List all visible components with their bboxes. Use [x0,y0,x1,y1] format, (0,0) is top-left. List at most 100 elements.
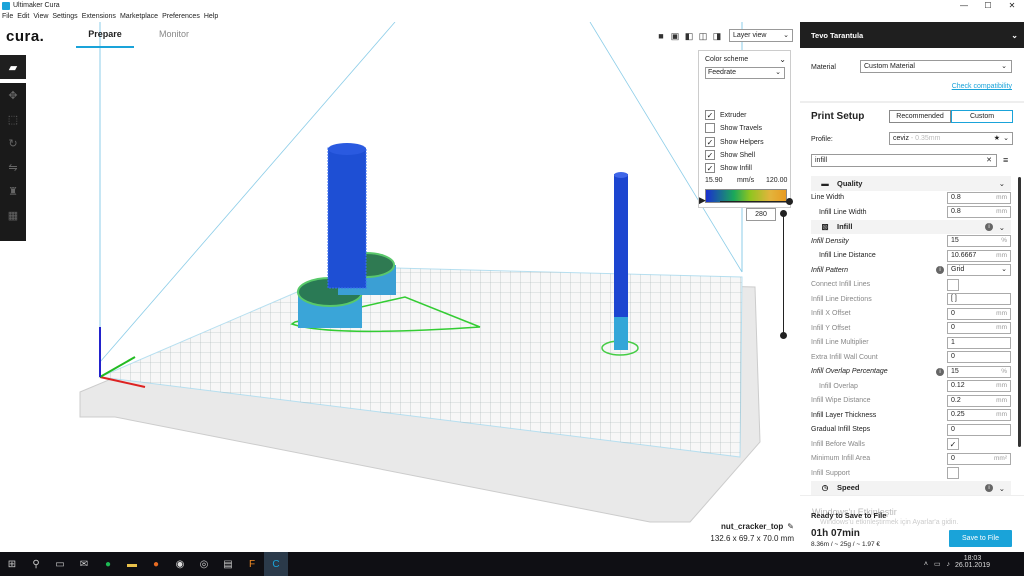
checkbox[interactable]: ✓ [705,150,715,160]
info-icon[interactable]: i [985,483,993,492]
tab-monitor[interactable]: Monitor [144,29,204,48]
setting-input[interactable]: 0.8 mm [947,191,1011,204]
category-speed[interactable]: ◷ Speed i ⌄ [811,480,1011,495]
mirror-icon[interactable]: ⇋ [0,155,26,179]
setting-input[interactable]: 0.8 mm [947,206,1011,219]
check-compatibility-link[interactable]: Check compatibility [952,83,1012,90]
setting-input[interactable]: 0.25 mm [947,409,1011,422]
app-icon[interactable]: ▤ [216,552,240,576]
info-icon[interactable]: i [936,367,944,376]
right-view-icon[interactable]: ◨ [712,31,722,41]
move-icon[interactable]: ✥ [0,83,26,107]
system-tray-icons[interactable]: ˄ ▭ ♪ [924,560,952,568]
task-view-icon[interactable]: ▭ [48,552,72,576]
spotify-icon[interactable]: ● [96,552,120,576]
3d-viewport[interactable]: cura. Prepare Monitor ■ ▣ ◧ ◫ ◨ Layer vi… [0,22,800,552]
recommended-mode-button[interactable]: Recommended [889,110,951,123]
setting-checkbox[interactable]: ✓ [947,438,959,451]
save-to-file-button[interactable]: Save to File [949,530,1012,547]
custom-mode-button[interactable]: Custom [951,110,1013,123]
printer-selector[interactable]: Tevo Tarantula ⌄ [800,22,1024,48]
setting-input[interactable]: 1 [947,336,1011,349]
menu-marketplace[interactable]: Marketplace [120,13,158,20]
scale-icon[interactable]: ⬚ [0,107,26,131]
menu-preferences[interactable]: Preferences [162,13,200,20]
layer-slider-bottom-handle[interactable] [780,332,787,339]
checkbox[interactable]: ✓ [705,163,715,173]
show-helpers-toggle[interactable]: ✓ Show Helpers [705,136,764,148]
setting-input[interactable]: 15% [947,365,1011,378]
minimize-button[interactable]: — [952,0,976,11]
maximize-button[interactable]: ☐ [976,0,1000,11]
setting-input[interactable]: 0 mm [947,307,1011,320]
color-scheme-select[interactable]: Feedrate ⌄ [705,67,785,79]
layer-slider[interactable] [780,210,787,339]
slider-handle[interactable] [786,198,793,205]
per-model-settings-icon[interactable]: ♜ [0,179,26,203]
front-view-icon[interactable]: ▣ [670,31,680,41]
star-icon[interactable]: ★ [994,134,1000,142]
setting-input[interactable]: 10.6667 mm [947,249,1011,262]
search-icon[interactable]: ⚲ [24,552,48,576]
setting-input[interactable]: 0 [947,351,1011,364]
chevron-down-icon[interactable]: ⌄ [779,55,786,64]
mail-icon[interactable]: ✉ [72,552,96,576]
play-icon[interactable]: ▶ [699,195,706,206]
settings-search-input[interactable]: infill ✕ [811,154,997,167]
checkbox[interactable] [705,123,715,133]
menu-settings[interactable]: Settings [52,13,77,20]
show-shell-toggle[interactable]: ✓ Show Shell [705,149,755,161]
material-select[interactable]: Custom Material ⌄ [860,60,1012,73]
category-infill[interactable]: ▧ Infill i ⌄ [811,219,1011,234]
settings-scrollbar[interactable] [1018,177,1021,447]
setting-input[interactable]: 0 mm² [947,452,1011,465]
setting-input[interactable]: 15% [947,235,1011,248]
setting-checkbox[interactable] [947,467,959,480]
setting-input[interactable]: 0.12 mm [947,380,1011,393]
layer-slider-top-handle[interactable] [780,210,787,217]
edit-pencil-icon[interactable]: ✎ [787,522,794,531]
top-view-icon[interactable]: ◧ [684,31,694,41]
checkbox[interactable]: ✓ [705,137,715,147]
open-folder-icon[interactable]: ▰ [0,55,26,79]
layer-number-input[interactable]: 280 [746,208,776,221]
windows-start-icon[interactable]: ⊞ [0,552,24,576]
setting-input[interactable]: 0 mm [947,322,1011,335]
3d-view-icon[interactable]: ■ [656,31,666,41]
menu-help[interactable]: Help [204,13,218,20]
setting-select[interactable]: Grid ⌄ [947,264,1011,277]
info-icon[interactable]: i [936,266,944,274]
build-plate-scene[interactable] [0,22,800,552]
tab-prepare[interactable]: Prepare [76,29,134,48]
system-clock[interactable]: 18:03 26.01.2019 [955,555,990,569]
firefox-icon[interactable]: ● [144,552,168,576]
show-travels-toggle[interactable]: Show Travels [705,122,762,134]
support-blocker-icon[interactable]: ▦ [0,203,26,227]
category-quality[interactable]: ▬ Quality ⌄ [811,176,1011,191]
view-type-select[interactable]: Layer view ⌄ [729,29,793,42]
file-explorer-icon[interactable]: ▬ [120,552,144,576]
close-button[interactable]: ✕ [1000,0,1024,11]
steam-icon[interactable]: ◎ [192,552,216,576]
setting-checkbox[interactable] [947,278,959,291]
menu-extensions[interactable]: Extensions [82,13,116,20]
show-infill-toggle[interactable]: ✓ Show Infill [705,162,752,174]
setting-input[interactable]: [ ] [947,293,1011,306]
checkbox[interactable]: ✓ [705,110,715,120]
rotate-icon[interactable]: ↻ [0,131,26,155]
fusion-icon[interactable]: F [240,552,264,576]
info-icon[interactable]: i [985,222,993,231]
menu-view[interactable]: View [33,13,48,20]
settings-menu-icon[interactable]: ≡ [1003,155,1008,165]
left-view-icon[interactable]: ◫ [698,31,708,41]
extruder-toggle[interactable]: ✓ Extruder [705,109,746,121]
path-slider[interactable] [720,198,793,205]
setting-input[interactable]: 0 [947,423,1011,436]
setting-input[interactable]: 0.2 mm [947,394,1011,407]
chrome-icon[interactable]: ◉ [168,552,192,576]
cura-icon[interactable]: C [264,552,288,576]
profile-select[interactable]: ceviz - 0.35mm ★ ⌄ [889,132,1013,145]
menu-edit[interactable]: Edit [17,13,29,20]
menu-file[interactable]: File [2,13,13,20]
clear-icon[interactable]: ✕ [986,156,992,164]
